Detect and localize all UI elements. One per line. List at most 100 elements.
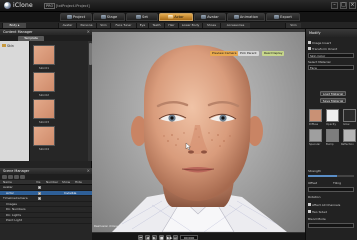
option-label: Two Sided bbox=[312, 210, 327, 214]
minimize-button[interactable]: – bbox=[331, 2, 338, 9]
play-reverse-button[interactable]: ◀ bbox=[145, 234, 150, 240]
tab-label: Animation bbox=[239, 15, 259, 19]
export-icon bbox=[274, 14, 280, 19]
animation-icon bbox=[233, 14, 239, 19]
skin-thumbnail[interactable] bbox=[33, 99, 55, 119]
subtab-skin-2[interactable]: Skin bbox=[285, 23, 301, 28]
load-material-button[interactable]: Load Material bbox=[320, 91, 346, 96]
tab-stage[interactable]: Stage bbox=[93, 13, 125, 21]
specular-texture-slot[interactable] bbox=[309, 129, 322, 142]
go-start-button[interactable]: ⏮ bbox=[138, 234, 143, 240]
swatch-label: Bump bbox=[326, 143, 334, 146]
modify-header: Modify bbox=[306, 29, 357, 37]
subtab-face-tuner[interactable]: Face Tuner bbox=[110, 23, 136, 28]
scene-tool-icon[interactable] bbox=[2, 175, 7, 179]
left-panel: Content Manager × Template Skin Skin01 S… bbox=[0, 29, 92, 240]
skin-thumbnail[interactable] bbox=[33, 45, 55, 65]
go-end-button[interactable]: ⏭ bbox=[173, 234, 178, 240]
save-material-button[interactable]: Save Material bbox=[320, 98, 346, 103]
frame-counter[interactable]: 00:000 bbox=[180, 234, 198, 240]
strength-label: Strength bbox=[308, 169, 321, 173]
blend-mode-select[interactable] bbox=[308, 223, 354, 228]
tab-project[interactable]: Project bbox=[60, 13, 92, 21]
checkbox-icon bbox=[308, 47, 311, 51]
tab-export[interactable]: Export bbox=[266, 13, 300, 21]
tab-avatar[interactable]: Avatar bbox=[194, 13, 226, 21]
blend-mode-label: Blend Mode bbox=[308, 217, 326, 221]
subtab-accessories[interactable]: Accessories bbox=[220, 23, 250, 28]
material-select[interactable]: Face bbox=[308, 65, 354, 70]
visibility-checkbox[interactable] bbox=[38, 191, 41, 195]
set-icon bbox=[136, 14, 142, 19]
strength-slider[interactable] bbox=[308, 175, 354, 177]
title-bar: iClone PRO [txtProject.iProject] – □ × bbox=[0, 0, 357, 12]
tree-item-skin[interactable]: Skin bbox=[2, 44, 14, 48]
scene-manager-title: Scene Manager bbox=[3, 169, 30, 173]
scene-row[interactable]: Point Light bbox=[0, 218, 92, 224]
offset-tiling-fields[interactable] bbox=[308, 187, 354, 192]
checkbox-icon bbox=[308, 203, 311, 207]
pick-parent-button[interactable]: Pick Parent bbox=[238, 51, 259, 56]
scene-tool-icon[interactable] bbox=[20, 175, 25, 179]
offset-label: Offset bbox=[308, 181, 318, 185]
real-display-button[interactable]: Real Display bbox=[262, 51, 285, 56]
tiling-label: Tiling bbox=[333, 181, 342, 185]
image-insert-option[interactable]: Image Insert bbox=[308, 41, 331, 45]
two-sided-option[interactable]: Two Sided bbox=[308, 210, 327, 214]
tab-set[interactable]: Set bbox=[126, 13, 158, 21]
app-name: iClone bbox=[13, 2, 33, 9]
subtab-shoes[interactable]: Shoes bbox=[202, 23, 220, 28]
avatar-icon bbox=[201, 14, 207, 19]
maximize-button[interactable]: □ bbox=[340, 2, 347, 9]
close-button[interactable]: × bbox=[349, 2, 356, 9]
tab-label: Avatar bbox=[207, 15, 219, 19]
swatch-label: Opacity bbox=[326, 123, 336, 126]
subtab-skin[interactable]: Skin bbox=[96, 23, 110, 28]
checkbox-icon bbox=[308, 41, 311, 45]
skin-label: Skin01 bbox=[38, 66, 50, 70]
3d-viewport[interactable]: Preview Camera Pick Parent Real Display … bbox=[92, 29, 305, 232]
content-grid: Skin01 Skin02 Skin03 Skin04 bbox=[30, 41, 88, 161]
subtab-persona[interactable]: Persona bbox=[76, 23, 96, 28]
skin-label: Skin02 bbox=[38, 93, 50, 97]
skin-thumbnail[interactable] bbox=[33, 126, 55, 146]
viewport-watermark: Reallusion iClone bbox=[94, 224, 118, 228]
option-label: Transform Orient bbox=[312, 47, 338, 51]
content-manager-title: Content Manager bbox=[3, 30, 33, 34]
opacity-texture-slot[interactable] bbox=[326, 109, 339, 122]
tab-label: Project bbox=[72, 15, 86, 19]
subtab-hair[interactable]: Hair bbox=[164, 23, 178, 28]
scene-tool-icon[interactable] bbox=[8, 175, 13, 179]
diffuse-texture-slot[interactable] bbox=[309, 109, 322, 122]
scene-tool-icon[interactable] bbox=[14, 175, 19, 179]
visibility-checkbox[interactable] bbox=[38, 186, 41, 190]
playback-bar: ⏮ ◀ ▶ ■ ▶▶ ⏭ 00:000 bbox=[92, 232, 305, 240]
skin-color-field[interactable]: Skin Color bbox=[308, 53, 354, 58]
subtab-teeth[interactable]: Teeth bbox=[148, 23, 164, 28]
tab-actor[interactable]: Actor bbox=[159, 13, 193, 21]
preview-camera-button[interactable]: Preview Camera bbox=[210, 51, 239, 56]
bump-texture-slot[interactable] bbox=[326, 129, 339, 142]
glow-texture-slot[interactable] bbox=[343, 109, 356, 122]
select-material-label: Select Material bbox=[308, 60, 331, 64]
affect-all-option[interactable]: Affect All Channels bbox=[308, 203, 340, 207]
tab-animation[interactable]: Animation bbox=[227, 13, 265, 21]
modify-panel: Modify Image Insert Transform Orient Ski… bbox=[305, 29, 357, 240]
fast-forward-button[interactable]: ▶▶ bbox=[166, 234, 172, 240]
transform-option[interactable]: Transform Orient bbox=[308, 47, 337, 51]
visibility-checkbox[interactable] bbox=[38, 197, 41, 201]
subtab-eye[interactable]: Eye bbox=[136, 23, 148, 28]
play-button[interactable]: ▶ bbox=[152, 234, 157, 240]
subtab-body[interactable]: Body ▸ bbox=[2, 23, 26, 28]
subtab-lower-body[interactable]: Lower Body bbox=[178, 23, 202, 28]
skin-thumbnail[interactable] bbox=[33, 72, 55, 92]
main-tab-bar: Project Stage Set Actor Avatar Animation… bbox=[0, 12, 357, 22]
skin-label: Skin03 bbox=[38, 120, 50, 124]
actor-icon bbox=[168, 14, 174, 19]
swatch-label: Diffuse bbox=[309, 123, 319, 126]
subtab-avatar[interactable]: Avatar bbox=[58, 23, 76, 28]
reflection-texture-slot[interactable] bbox=[343, 129, 356, 142]
stop-button[interactable]: ■ bbox=[159, 234, 164, 240]
scene-list: Avatar Actor Invisible TimelineCamera Im… bbox=[0, 185, 92, 240]
swatch-label: Reflection bbox=[341, 143, 354, 146]
